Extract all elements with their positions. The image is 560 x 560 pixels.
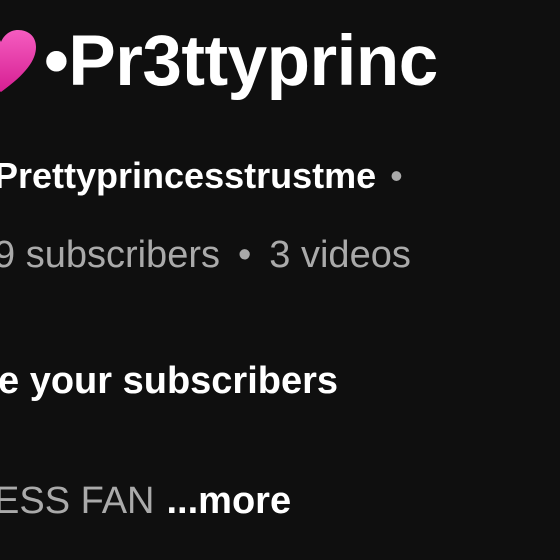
channel-stats-row: 9 subscribers • 3 videos bbox=[0, 236, 411, 274]
subscribers-action-link[interactable]: e your subscribers bbox=[0, 362, 338, 400]
pink-heart-icon bbox=[0, 30, 36, 92]
channel-header-screen: •Pr3ttyprinc Prettyprincesstrustme • 9 su… bbox=[0, 0, 560, 560]
video-count: 3 videos bbox=[269, 234, 411, 276]
channel-name: •Pr3ttyprinc bbox=[44, 22, 438, 101]
subscriber-count: 9 subscribers bbox=[0, 234, 220, 276]
handle-separator: • bbox=[390, 155, 403, 196]
description-text: ESS FAN bbox=[0, 480, 155, 522]
stats-separator: • bbox=[237, 234, 252, 276]
channel-description[interactable]: ESS FAN ...more bbox=[0, 482, 291, 520]
channel-handle[interactable]: Prettyprincesstrustme bbox=[0, 155, 376, 196]
description-more-link[interactable]: ...more bbox=[167, 480, 292, 522]
channel-handle-row[interactable]: Prettyprincesstrustme • bbox=[0, 158, 403, 194]
